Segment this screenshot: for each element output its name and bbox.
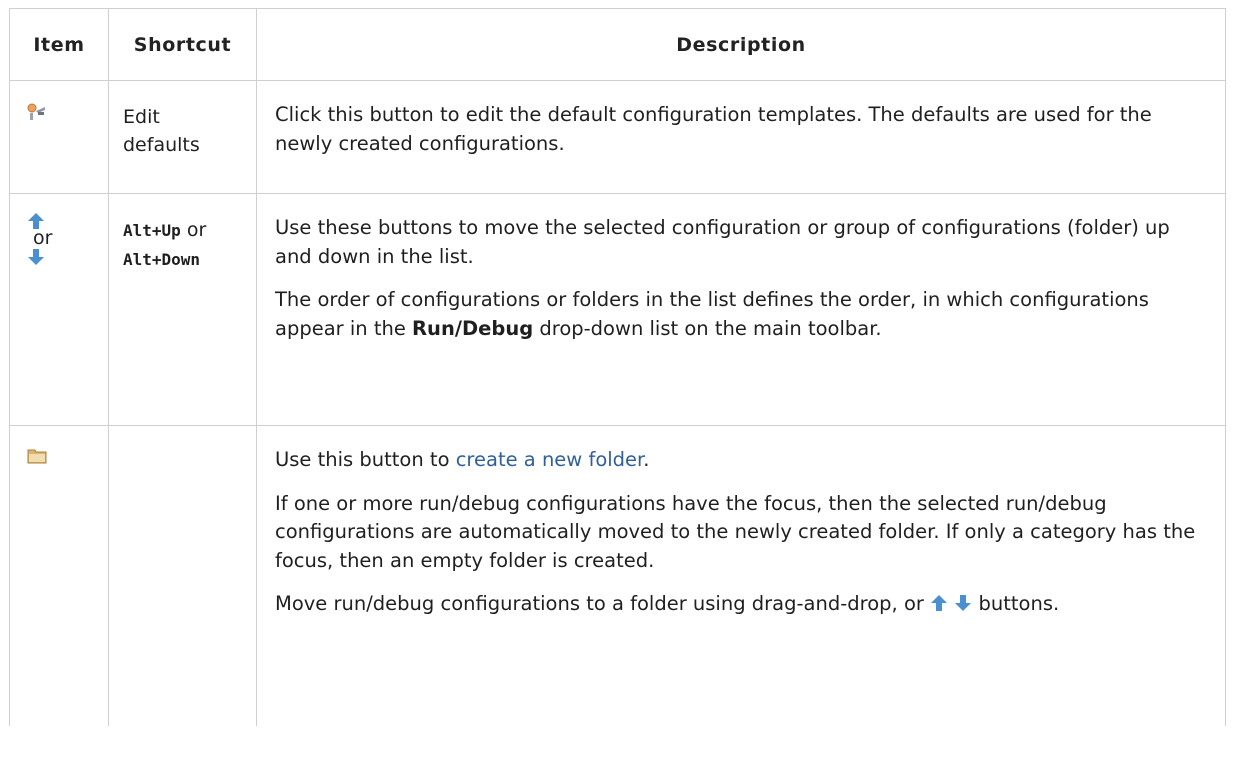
table-row: or Alt+Up or Alt+Down Use these buttons …: [9, 193, 1226, 426]
header-shortcut: Shortcut: [108, 8, 257, 81]
item-cell: or: [9, 193, 109, 426]
edit-defaults-icon: [27, 103, 108, 121]
description-text: Use this button to create a new folder.: [275, 448, 650, 471]
shortcut-text: Edit defaults: [123, 106, 200, 156]
table-header-row: Item Shortcut Description: [9, 8, 1226, 81]
arrow-up-icon: [930, 594, 948, 612]
arrow-down-icon: [954, 594, 972, 612]
run-debug-label: Run/Debug: [412, 316, 534, 340]
description-text-move: Move run/debug configurations to a folde…: [275, 592, 1060, 615]
shortcut-or: or: [186, 219, 207, 241]
description-cell: Use these buttons to move the selected c…: [256, 193, 1226, 426]
arrow-down-icon: [27, 248, 108, 266]
table-row: Use this button to create a new folder. …: [9, 425, 1226, 726]
shortcut-alt-up: Alt+Up: [123, 221, 181, 240]
create-folder-link[interactable]: create a new folder: [456, 448, 644, 471]
description-text-order: The order of configurations or folders i…: [275, 288, 1149, 340]
header-description: Description: [256, 8, 1226, 81]
description-cell: Click this button to edit the default co…: [256, 80, 1226, 194]
folder-icon: [27, 448, 108, 464]
shortcut-cell: Alt+Up or Alt+Down: [108, 193, 257, 426]
description-text: Use these buttons to move the selected c…: [275, 216, 1170, 268]
or-label: or: [33, 227, 53, 249]
table-row: Edit defaults Click this button to edit …: [9, 80, 1226, 194]
shortcut-cell: Edit defaults: [108, 80, 257, 194]
shortcut-alt-down: Alt+Down: [123, 250, 201, 269]
description-cell: Use this button to create a new folder. …: [256, 425, 1226, 726]
header-item: Item: [9, 8, 109, 81]
item-cell: [9, 80, 109, 194]
actions-table: Item Shortcut Description Edit defaults …: [9, 8, 1226, 726]
description-text-focus: If one or more run/debug configurations …: [275, 491, 1196, 572]
description-text: Click this button to edit the default co…: [275, 103, 1152, 155]
item-cell: [9, 425, 109, 726]
shortcut-cell: [108, 425, 257, 726]
